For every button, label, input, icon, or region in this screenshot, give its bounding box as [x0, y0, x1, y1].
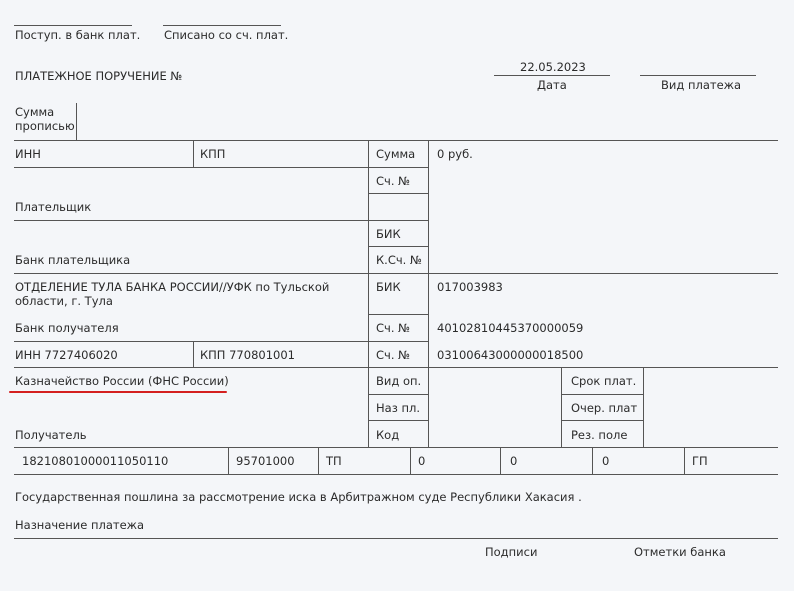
debited-line	[163, 25, 281, 26]
row-line-9	[14, 367, 778, 368]
budget-col-1	[228, 447, 229, 474]
recipient-account-value: 03100643000000018500	[437, 348, 584, 362]
recipient-label: Получатель	[15, 428, 87, 442]
reserve-label: Рез. поле	[571, 428, 628, 442]
recipient-name-underline	[9, 391, 227, 393]
row-line-1	[14, 140, 778, 141]
row-line-8	[14, 341, 428, 342]
op-type-label: Вид оп.	[376, 374, 422, 388]
payer-label: Плательщик	[15, 200, 92, 214]
received-line	[14, 25, 132, 26]
page-title: ПЛАТЕЖНОЕ ПОРУЧЕНИЕ №	[15, 69, 183, 83]
debited-label: Списано со сч. плат.	[164, 28, 289, 42]
code-label: Код	[376, 428, 400, 442]
col-labels-right	[428, 140, 429, 447]
budget-col-6	[684, 447, 685, 474]
basis-value: ТП	[326, 454, 342, 468]
period-value: 0	[418, 454, 426, 468]
col-kpp-divider-bottom	[193, 341, 194, 367]
budget-col-3	[410, 447, 411, 474]
payment-type-line	[640, 75, 756, 76]
payment-type-label: Вид платежа	[661, 78, 742, 92]
payer-bik-label: БИК	[376, 227, 401, 241]
recipient-corr-value: 40102810445370000059	[437, 321, 584, 335]
amount-words-divider	[76, 103, 77, 141]
recipient-name: Казначейство России (ФНС России)	[15, 374, 229, 388]
row-line-2	[14, 167, 428, 168]
col-due-right	[643, 367, 644, 447]
kbk-value: 18210801000011050110	[22, 454, 169, 468]
payer-bank-label: Банк плательщика	[15, 253, 131, 267]
row-line-14	[14, 447, 778, 448]
recipient-bank-name: ОТДЕЛЕНИЕ ТУЛА БАНКА РОССИИ//УФК по Туль…	[15, 280, 330, 308]
col-labels-left	[368, 140, 369, 447]
col-kpp-divider-top	[193, 140, 194, 167]
bank-marks-label: Отметки банка	[634, 545, 726, 559]
payer-inn-label: ИНН	[15, 147, 41, 161]
budget-col-2	[318, 447, 319, 474]
recipient-bik-label: БИК	[376, 280, 401, 294]
row-line-12	[368, 420, 428, 421]
row-line-3	[368, 193, 428, 194]
recipient-inn-value: ИНН 7727406020	[15, 348, 118, 362]
purpose-label: Назначение платежа	[15, 518, 145, 532]
recipient-corr-label: Сч. №	[376, 321, 411, 335]
row-line-10	[368, 394, 428, 395]
row-line-13	[561, 420, 643, 421]
payer-corr-label: К.Сч. №	[376, 253, 422, 267]
col-due-left	[561, 367, 562, 447]
row-line-5	[368, 246, 428, 247]
received-label: Поступ. в банк плат.	[15, 28, 141, 42]
purpose-code-label: Наз пл.	[376, 401, 420, 415]
purpose-text: Государственная пошлина за рассмотрение …	[15, 490, 582, 504]
due-label: Срок плат.	[571, 374, 637, 388]
row-line-15	[14, 474, 778, 475]
recipient-bank-label: Банк получателя	[15, 321, 119, 335]
date-label: Дата	[537, 78, 567, 92]
doc-date-value: 0	[602, 454, 610, 468]
date-value: 22.05.2023	[520, 60, 586, 74]
date-line	[494, 75, 610, 76]
recipient-bik-value: 017003983	[437, 280, 503, 294]
sum-label: Сумма	[376, 147, 416, 161]
purpose-bottom-line	[14, 538, 778, 539]
order-label: Очер. плат	[571, 401, 638, 415]
payer-account-label: Сч. №	[376, 174, 411, 188]
row-line-11	[561, 394, 643, 395]
doc-number-value: 0	[510, 454, 518, 468]
type-value: ГП	[692, 454, 708, 468]
row-line-6	[14, 273, 778, 274]
recipient-kpp-value: КПП 770801001	[200, 348, 295, 362]
sum-value: 0 руб.	[437, 147, 473, 161]
budget-col-4	[500, 447, 501, 474]
budget-col-5	[592, 447, 593, 474]
amount-words-label: Сумма прописью	[15, 105, 75, 133]
signatures-label: Подписи	[485, 545, 538, 559]
oktmo-value: 95701000	[236, 454, 295, 468]
row-line-4	[14, 220, 428, 221]
recipient-account-label: Сч. №	[376, 348, 411, 362]
payer-kpp-label: КПП	[200, 147, 226, 161]
row-line-7	[368, 314, 428, 315]
